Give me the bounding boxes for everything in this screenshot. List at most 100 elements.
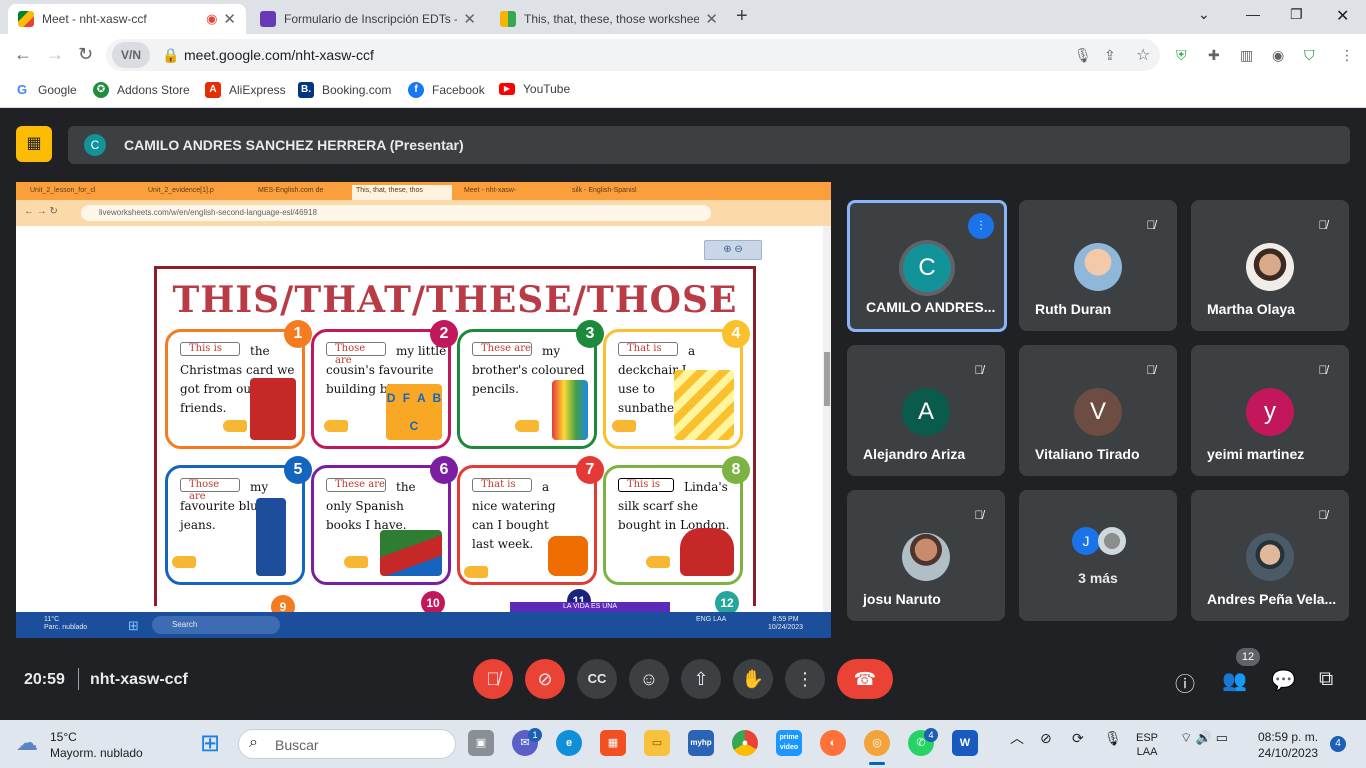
back-button[interactable]: ←: [14, 44, 32, 65]
minimize-button[interactable]: —: [1246, 6, 1260, 22]
prime-video-icon[interactable]: prime video: [776, 730, 802, 756]
weather-icon: ☁: [16, 730, 38, 755]
participant-tile[interactable]: 🎙̸ Andres Peña Vela...: [1191, 490, 1349, 621]
more-options-button[interactable]: ⋮: [785, 659, 825, 699]
taskbar-search[interactable]: ⌕ Buscar: [238, 729, 456, 759]
activities-icon[interactable]: ⧉: [1319, 668, 1333, 691]
presenter-bar: C CAMILO ANDRES SANCHEZ HERRERA (Present…: [68, 126, 1350, 164]
watering-can-image: [548, 536, 588, 576]
start-button[interactable]: ⊞: [200, 730, 220, 758]
zoom-widget: ⊕ ⊖: [704, 240, 762, 260]
notifications-badge[interactable]: 4: [1330, 736, 1346, 752]
reload-button[interactable]: ↻: [78, 44, 93, 65]
participant-tile[interactable]: C ⫶ CAMILO ANDRES...: [847, 200, 1007, 332]
google-icon: G: [14, 82, 30, 98]
shared-tab: This, that, these, thos: [352, 185, 452, 200]
task-view-icon[interactable]: ▣: [468, 730, 494, 756]
chevron-up-icon[interactable]: ︿: [1010, 731, 1024, 745]
chrome-icon[interactable]: ●: [732, 730, 758, 756]
participant-tile[interactable]: 🎙̸ josu Naruto: [847, 490, 1005, 621]
sidepanel-icon[interactable]: ▥: [1240, 47, 1253, 64]
shared-tray: ENG LAA: [696, 616, 727, 623]
participant-tile[interactable]: V 🎙̸ Vitaliano Tirado: [1019, 345, 1177, 476]
participant-tile[interactable]: 🎙̸ Martha Olaya: [1191, 200, 1349, 331]
booking-icon: B.: [298, 82, 314, 98]
firefox-icon[interactable]: ◐: [820, 730, 846, 756]
security-extension-icon[interactable]: ⛉: [1304, 47, 1315, 64]
tab-worksheet[interactable]: This, that, these, those workshee ✕: [490, 4, 728, 34]
emoji-button[interactable]: ☺: [629, 659, 669, 699]
meeting-time: 20:59: [24, 671, 65, 688]
chevron-down-icon[interactable]: ⌄: [1198, 6, 1210, 23]
bookmark-booking[interactable]: B. Booking.com: [298, 82, 391, 98]
participant-tile[interactable]: y 🎙̸ yeimi martinez: [1191, 345, 1349, 476]
participant-tile-more[interactable]: J 3 más: [1019, 490, 1177, 621]
new-tab-button[interactable]: +: [736, 5, 748, 28]
presentation-icon[interactable]: ▦: [16, 126, 52, 162]
participant-name: Ruth Duran: [1035, 301, 1112, 317]
close-icon[interactable]: ✕: [705, 10, 718, 28]
captions-button[interactable]: CC: [577, 659, 617, 699]
bookmark-youtube[interactable]: ▶ YouTube: [499, 82, 570, 96]
present-screen-button[interactable]: ⇧: [681, 659, 721, 699]
end-call-button[interactable]: ☎: [837, 659, 893, 699]
maximize-button[interactable]: ❐: [1290, 6, 1303, 23]
meet-icon: [18, 11, 34, 27]
people-icon[interactable]: 👥: [1222, 668, 1247, 693]
participant-tile[interactable]: A 🎙̸ Alejandro Ariza: [847, 345, 1005, 476]
wifi-off-icon[interactable]: ⊘: [1040, 731, 1052, 745]
shared-tab: Unit_2_evidence[1].p: [148, 187, 214, 194]
bookmark-star-icon[interactable]: ☆: [1136, 45, 1150, 65]
tab-formulario[interactable]: Formulario de Inscripción EDTs - ✕: [250, 4, 486, 34]
word-icon[interactable]: W: [952, 730, 978, 756]
lock-icon[interactable]: 🔒: [162, 47, 179, 64]
avatar: V: [1074, 388, 1122, 436]
profile-icon[interactable]: ◉: [1272, 47, 1284, 64]
microphone-icon[interactable]: 🎙: [1074, 47, 1092, 64]
share-icon[interactable]: ⇪: [1104, 47, 1116, 64]
bookmark-facebook[interactable]: f Facebook: [408, 82, 485, 98]
edge-icon[interactable]: e: [556, 730, 582, 756]
addons-icon: ✪: [93, 82, 109, 98]
bookmark-addons-store[interactable]: ✪ Addons Store: [93, 82, 190, 98]
vpn-button[interactable]: V/N: [112, 42, 150, 68]
participant-tile[interactable]: 🎙̸ Ruth Duran: [1019, 200, 1177, 331]
weather-widget[interactable]: 15°C Mayorm. nublado: [50, 729, 143, 761]
vpn-app-icon[interactable]: ◎: [864, 730, 890, 756]
tab-meet[interactable]: Meet - nht-xasw-ccf ◉ ✕: [8, 4, 246, 34]
participant-name: Martha Olaya: [1207, 301, 1295, 317]
taskbar-clock[interactable]: 08:59 p. m. 24/10/2023: [1258, 729, 1318, 761]
sync-icon[interactable]: ⟳: [1072, 731, 1084, 745]
card-text: the only Spanish books I have.: [326, 480, 420, 532]
raise-hand-button[interactable]: ✋: [733, 659, 773, 699]
blocks-image: D F A B C: [386, 384, 442, 440]
bookmark-google[interactable]: G Google: [14, 82, 77, 98]
omnibox[interactable]: meet.google.com/nht-xasw-ccf: [106, 39, 1160, 71]
extensions-icon[interactable]: ✚: [1208, 47, 1220, 64]
divider: [78, 668, 79, 690]
network-volume-battery[interactable]: ⌔ 🔊 ▭: [1180, 731, 1228, 745]
tab-title: Formulario de Inscripción EDTs -: [284, 12, 458, 26]
store-icon[interactable]: ▦: [600, 730, 626, 756]
shared-tab: MES-English.com de: [258, 187, 324, 194]
people-count-badge: 12: [1236, 648, 1260, 666]
books-image: [380, 530, 442, 576]
close-icon[interactable]: ✕: [223, 10, 236, 28]
recording-icon: ◉: [206, 11, 218, 26]
bookmark-aliexpress[interactable]: A AliExpress: [205, 82, 286, 98]
menu-icon[interactable]: ⋮: [1340, 47, 1354, 64]
language-indicator[interactable]: ESP LAA: [1136, 731, 1158, 759]
forward-button[interactable]: →: [46, 44, 64, 65]
myhp-icon[interactable]: myhp: [688, 730, 714, 756]
close-window-button[interactable]: ✕: [1336, 6, 1349, 26]
close-icon[interactable]: ✕: [463, 10, 476, 28]
camera-off-button[interactable]: ⊘: [525, 659, 565, 699]
chat-icon[interactable]: 💬: [1271, 668, 1296, 693]
card-1: 1 This is the Christmas card we got from…: [165, 320, 312, 449]
mic-off-button[interactable]: 🎙̸: [473, 659, 513, 699]
vpn-extension-icon[interactable]: ⛨: [1176, 47, 1187, 64]
microphone-icon[interactable]: 🎙: [1104, 731, 1122, 745]
participant-name: Andres Peña Vela...: [1207, 591, 1337, 607]
file-explorer-icon[interactable]: ▭: [644, 730, 670, 756]
info-icon[interactable]: ⓘ: [1175, 668, 1195, 697]
